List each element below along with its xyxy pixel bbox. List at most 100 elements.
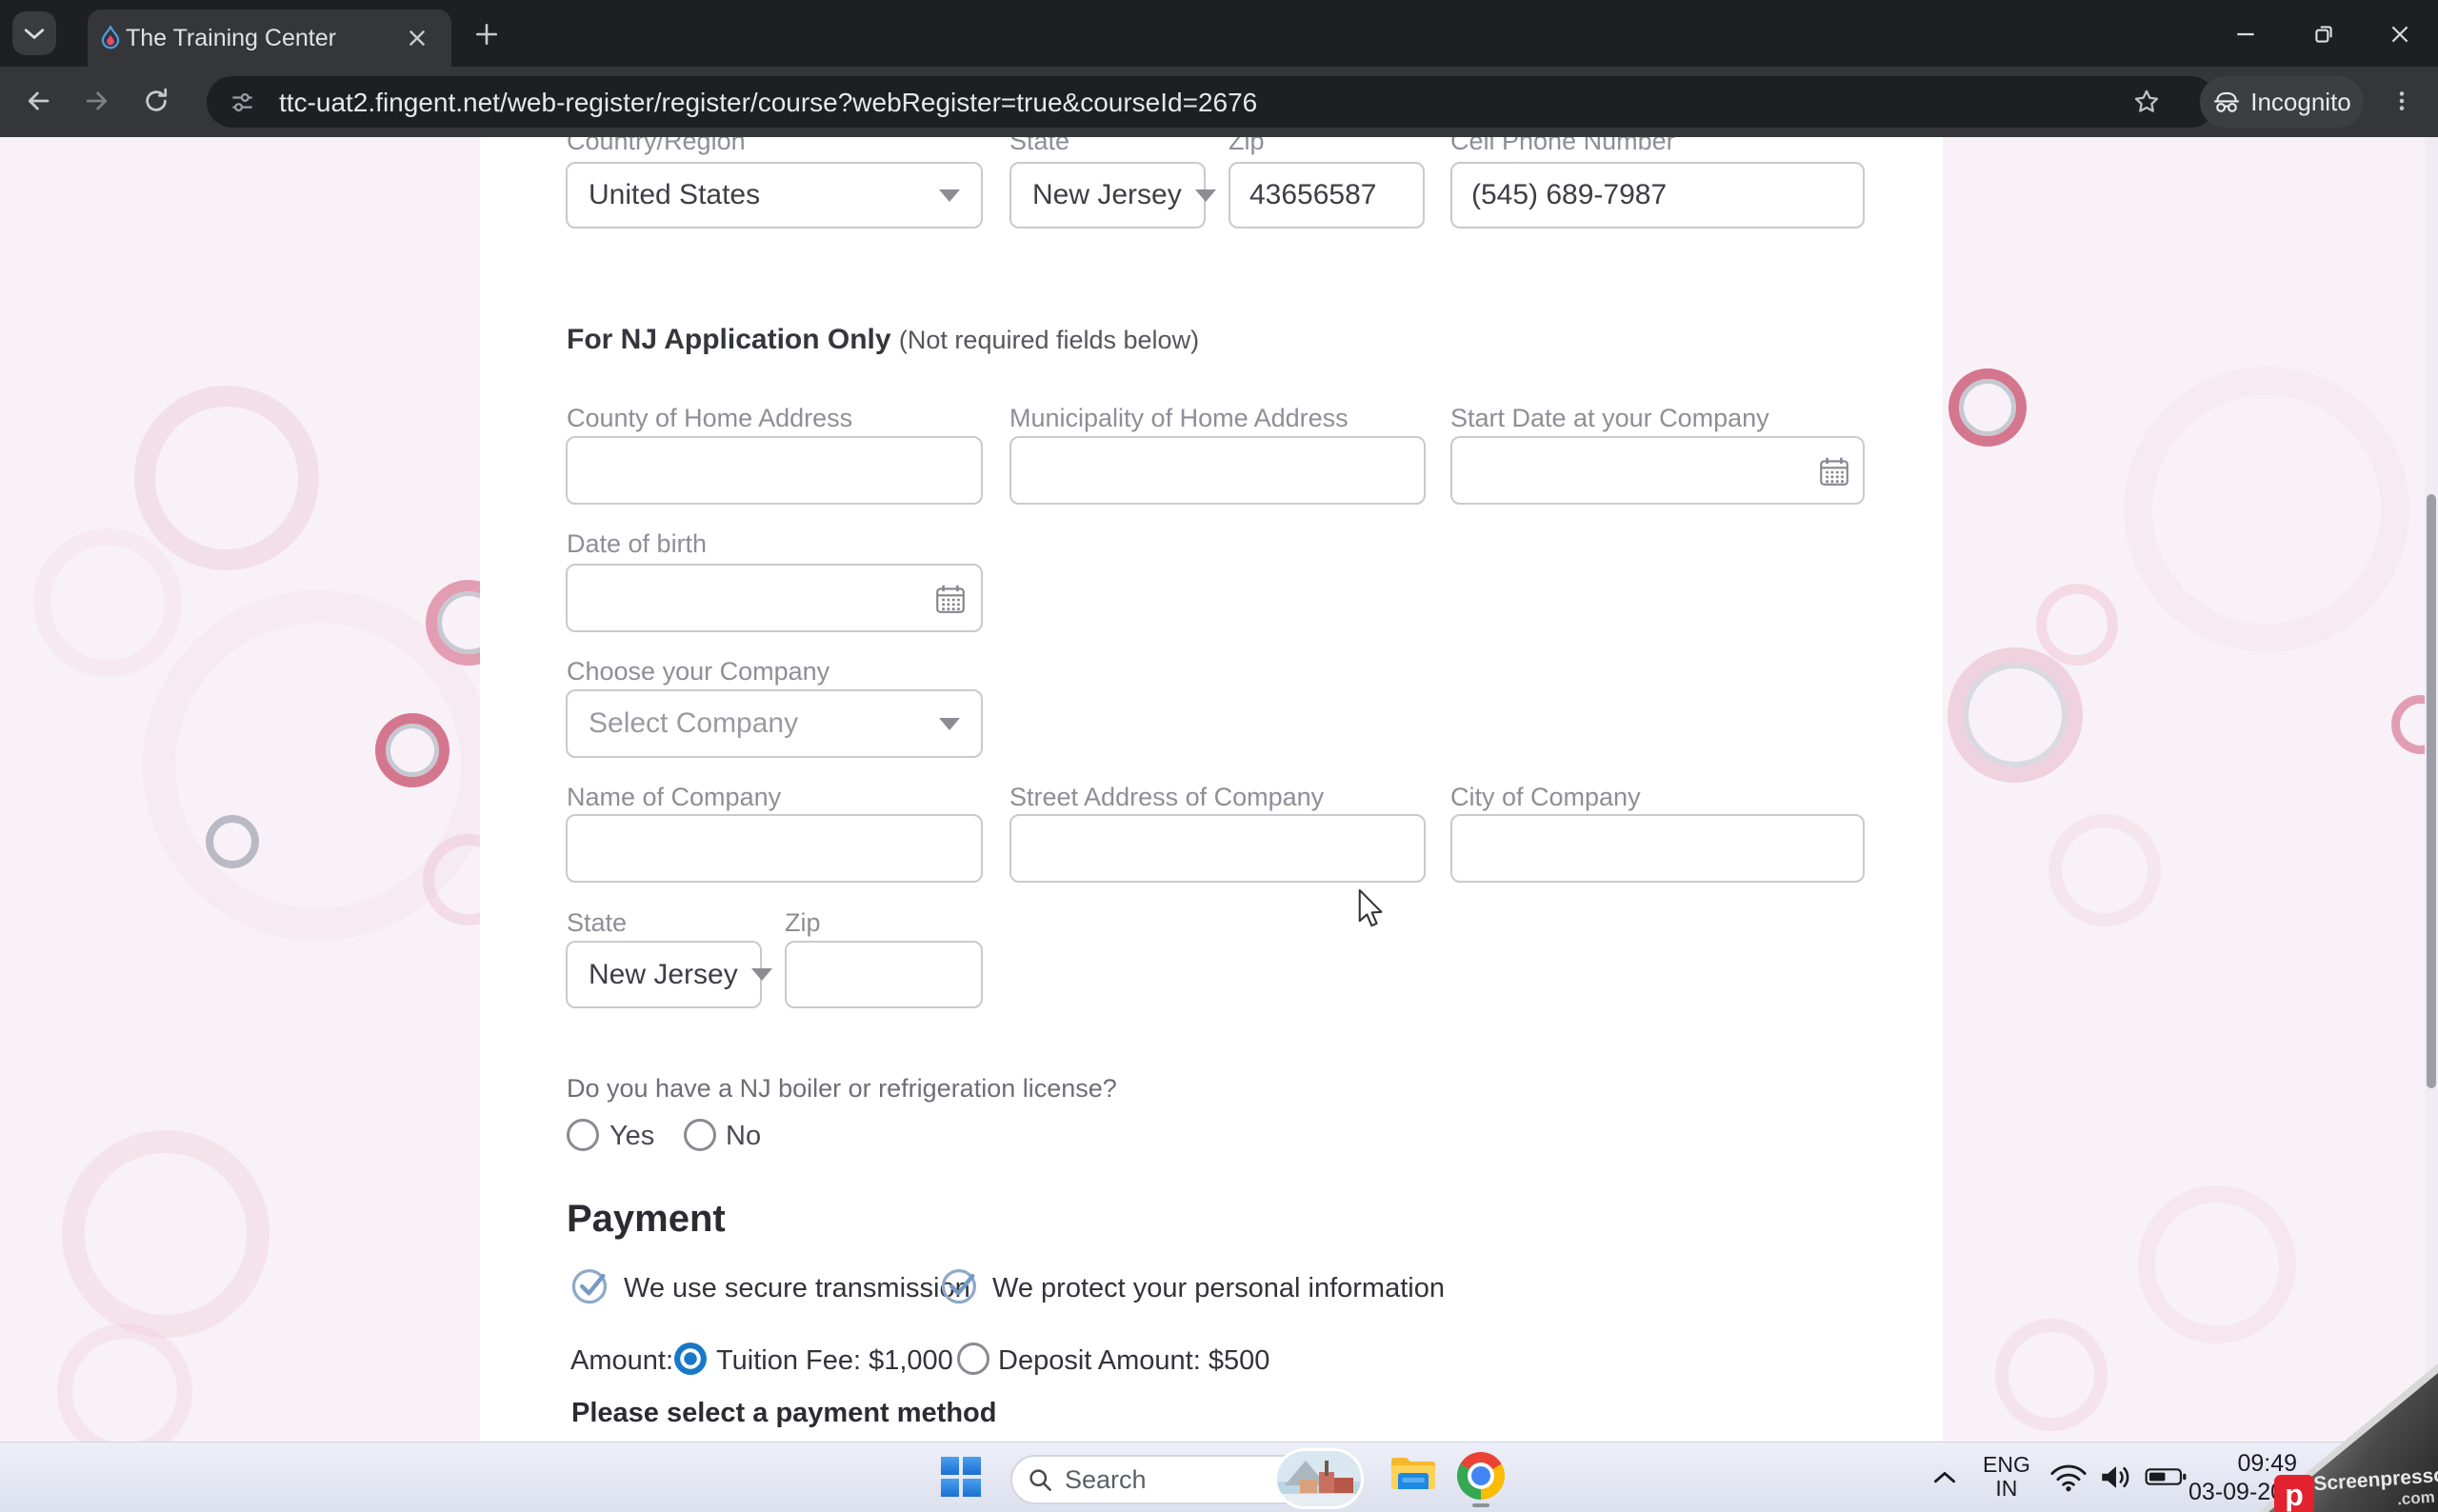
company-state-label: State [567,908,628,937]
wifi-button[interactable] [2049,1442,2088,1512]
tray-chevron-button[interactable] [1933,1442,1956,1512]
back-button[interactable] [17,80,59,122]
municipality-label: Municipality of Home Address [1009,404,1349,432]
secure-text-1: We use secure transmission [624,1273,970,1303]
browser-menu-button[interactable] [2381,80,2423,122]
new-tab-icon[interactable] [474,22,499,47]
tuition-option-label[interactable]: Tuition Fee: $1,000 [716,1344,953,1377]
company-street-label: Street Address of Company [1009,783,1325,811]
license-question: Do you have a NJ boiler or refrigeration… [567,1074,1117,1103]
bookmark-star-icon[interactable] [2132,88,2161,116]
close-icon [2391,26,2408,43]
site-favicon [101,26,120,50]
file-explorer-button[interactable] [1389,1452,1438,1502]
state-value: New Jersey [1032,179,1182,210]
incognito-label: Incognito [2250,87,2351,116]
back-icon [28,91,50,110]
chevron-down-icon [750,968,772,981]
search-icon [1029,1468,1051,1491]
site-controls-icon[interactable] [230,90,255,115]
county-label: County of Home Address [567,404,853,432]
start-date-label: Start Date at your Company [1450,404,1769,432]
reload-icon [146,88,168,111]
search-placeholder: Search [1065,1464,1147,1494]
license-yes-radio[interactable] [567,1119,599,1151]
license-no-radio[interactable] [684,1119,716,1151]
incognito-badge: Incognito [2200,76,2364,128]
taskbar-clock[interactable]: 09:49 03-09-202 [2124,1449,2297,1506]
license-yes-label[interactable]: Yes [610,1120,654,1152]
county-input[interactable] [566,436,983,505]
running-indicator [1472,1503,1489,1507]
municipality-input[interactable] [1009,436,1426,505]
screen: Country/Region State Zip Cell Phone Numb… [0,0,2438,1512]
browser-chrome: The Training Center ttc-uat2.fingent.net… [0,0,2438,137]
zip-input[interactable] [1229,162,1425,229]
country-value: United States [589,179,761,210]
cell-phone-input[interactable] [1450,162,1865,229]
wifi-icon [2050,1464,2087,1491]
dob-input[interactable] [566,564,983,632]
folder-icon [1391,1458,1435,1489]
nj-section-subtitle: (Not required fields below) [898,326,1200,354]
scrollbar-thumb[interactable] [2427,494,2436,1088]
company-state-value: New Jersey [589,958,738,990]
secure-text-2: We protect your personal information [992,1273,1445,1303]
chevron-up-icon [1933,1471,1956,1483]
country-select[interactable]: United States [566,162,983,229]
calendar-icon[interactable] [933,582,968,616]
deposit-radio[interactable] [957,1343,989,1375]
company-zip-input[interactable] [785,941,983,1008]
three-dot-menu-icon [2399,91,2405,110]
screenpresso-text: Screenpresso .com [2313,1464,2438,1512]
chrome-button[interactable] [1457,1452,1507,1507]
tab-strip: The Training Center [0,0,2438,67]
dob-label: Date of birth [567,529,708,558]
clock-time: 09:49 [2237,1450,2297,1477]
deposit-option-label[interactable]: Deposit Amount: $500 [998,1344,1269,1377]
start-date-input[interactable] [1450,436,1865,505]
window-restore-button[interactable] [2303,13,2345,55]
company-street-input[interactable] [1009,814,1426,883]
secure-check-icon [571,1268,608,1304]
calendar-icon[interactable] [1817,454,1851,488]
scrollbar-track[interactable] [2425,137,2438,1442]
license-no-label[interactable]: No [726,1120,761,1152]
address-bar[interactable]: ttc-uat2.fingent.net/web-register/regist… [207,76,2216,128]
nj-section-heading: For NJ Application Only (Not required fi… [567,324,1199,356]
company-select-label: Choose your Company [567,657,830,686]
tab-close-icon[interactable] [407,28,428,49]
tuition-radio[interactable] [674,1343,707,1375]
company-name-label: Name of Company [567,783,782,811]
incognito-icon [2214,91,2240,112]
language-line-1: ENG [1983,1452,2030,1477]
browser-toolbar: ttc-uat2.fingent.net/web-register/regist… [0,67,2438,137]
select-payment-method-text: Please select a payment method [571,1398,997,1428]
company-select-placeholder: Select Company [589,707,799,739]
search-highlight-widget[interactable] [1274,1448,1364,1509]
company-name-input[interactable] [566,814,983,883]
company-city-label: City of Company [1450,783,1641,811]
forward-button[interactable] [76,80,118,122]
clock-date: 03-09-202 [2188,1479,2297,1505]
active-tab[interactable]: The Training Center [88,10,451,67]
forward-icon [86,91,108,110]
amount-label: Amount: [570,1345,673,1376]
tab-title: The Training Center [126,25,336,51]
nj-section-title: For NJ Application Only [567,324,891,355]
window-close-button[interactable] [2379,13,2421,55]
company-city-input[interactable] [1450,814,1865,883]
chevron-down-icon [939,189,960,202]
company-state-select[interactable]: New Jersey [566,941,772,1008]
secure-check-icon [941,1268,977,1304]
restore-icon [2315,26,2332,43]
language-line-2: IN [1995,1476,2018,1501]
reload-button[interactable] [135,80,177,122]
state-select[interactable]: New Jersey [1009,162,1216,229]
language-indicator[interactable]: ENG IN [1983,1442,2030,1512]
window-minimize-button[interactable] [2225,13,2267,55]
company-zip-label: Zip [785,908,821,937]
start-button[interactable] [941,1457,981,1497]
tab-search-button[interactable] [12,11,56,55]
company-select[interactable]: Select Company [566,689,983,758]
